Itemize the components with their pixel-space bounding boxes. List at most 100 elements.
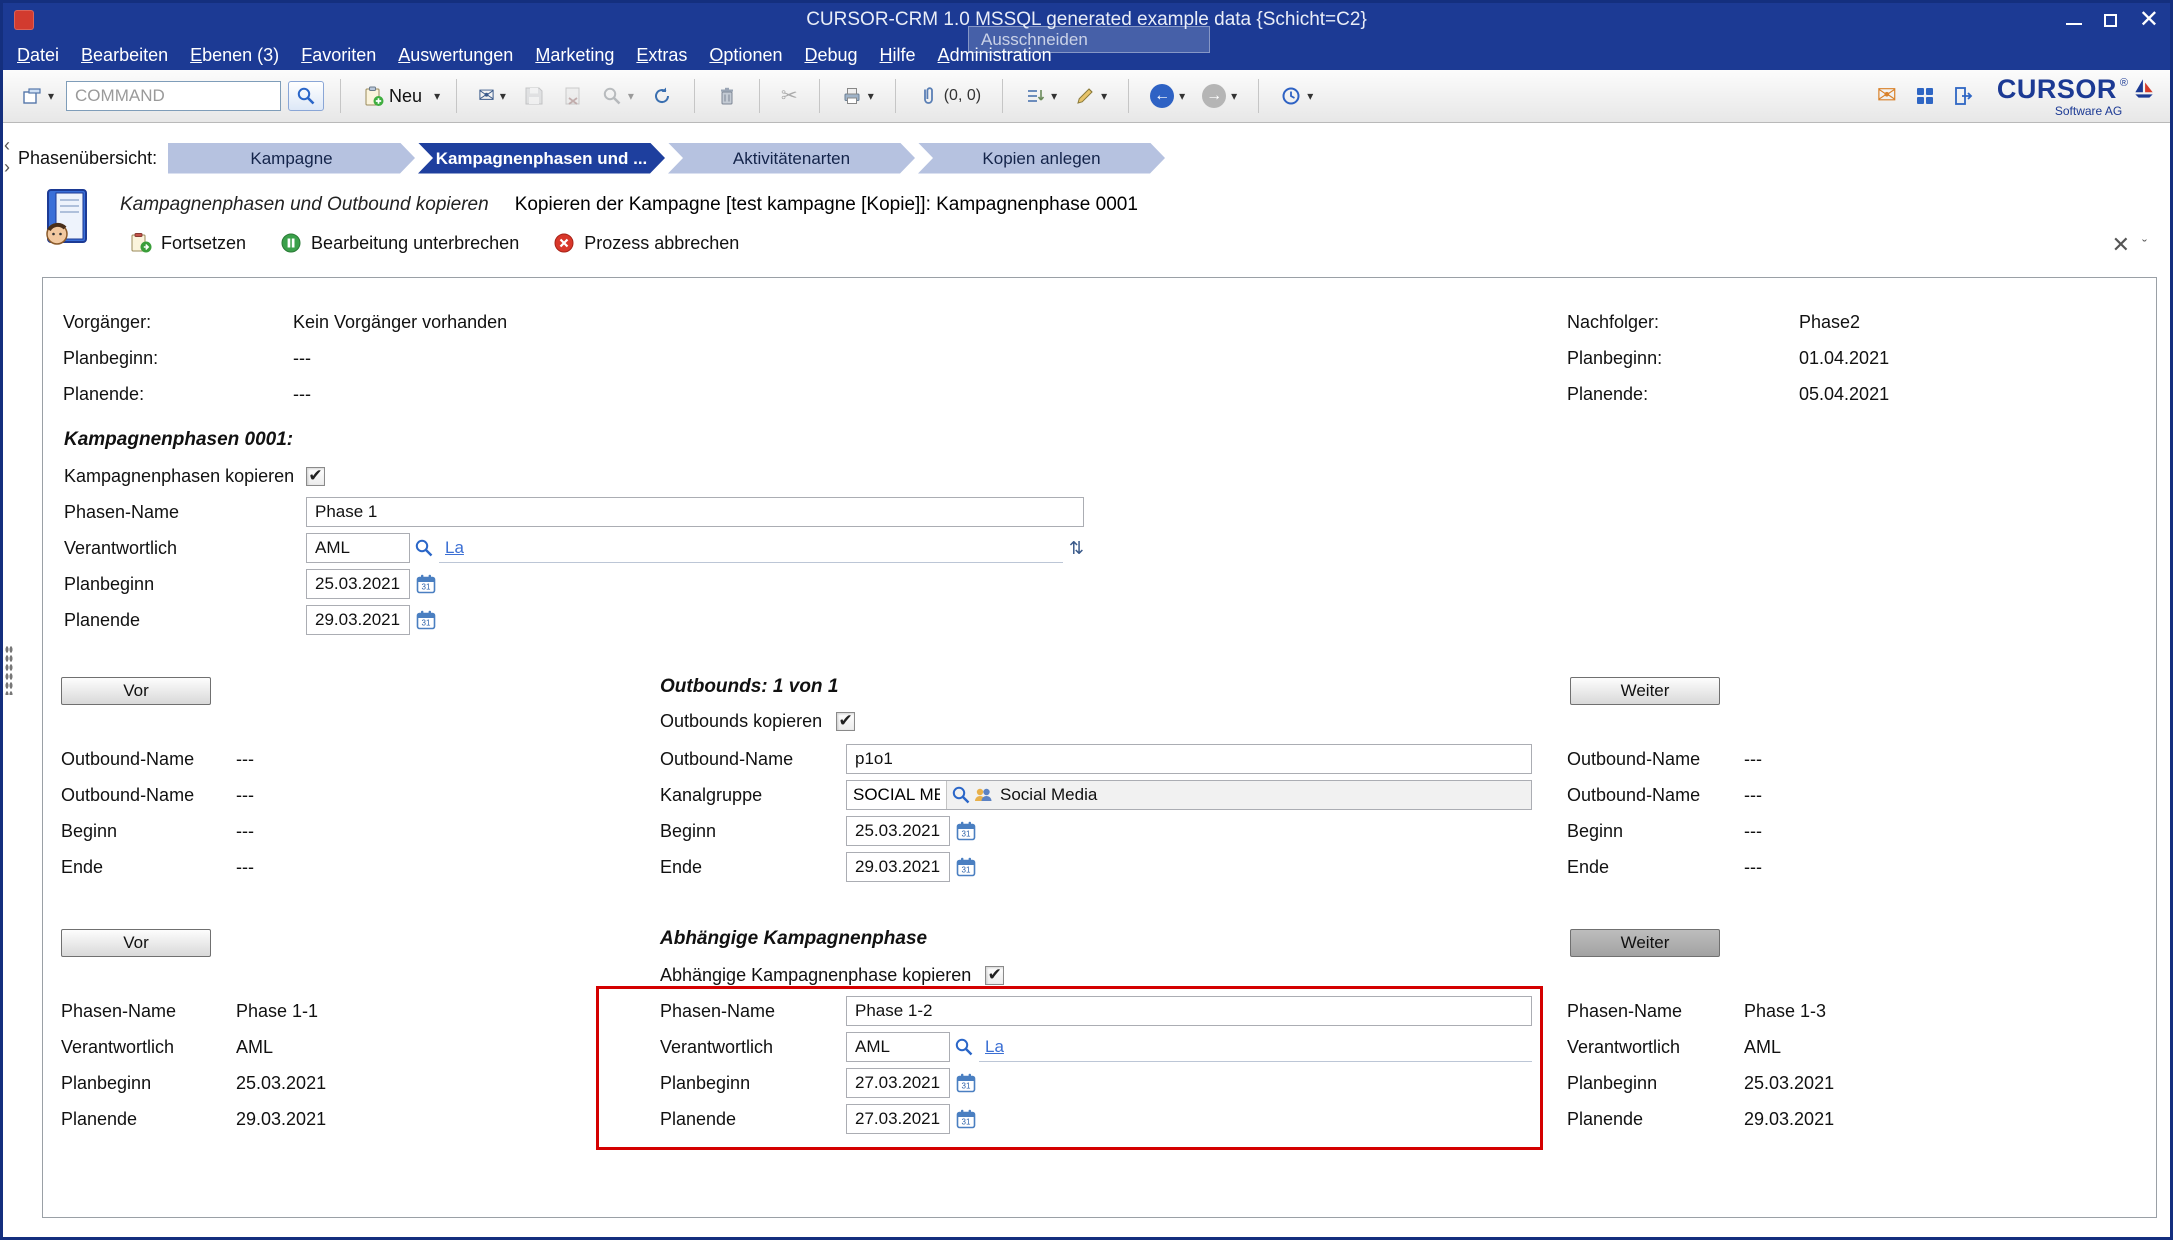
dependent-prev-button[interactable]: Vor [61, 929, 211, 957]
dependent-copy-checkbox[interactable]: ✔ [985, 966, 1004, 985]
phase-tab-kopien-anlegen[interactable]: Kopien anlegen [918, 143, 1165, 174]
find-button[interactable]: ▾ [596, 81, 639, 111]
sort-button[interactable]: ▾ [1019, 81, 1062, 111]
brand-name: CURSOR [1997, 76, 2117, 103]
menu-ebenen[interactable]: Ebenen (3) [179, 45, 290, 66]
maximize-button[interactable] [2104, 14, 2117, 27]
continue-button-label: Fortsetzen [161, 233, 246, 254]
forward-button[interactable]: → ▾ [1197, 80, 1242, 112]
calendar-icon[interactable]: 31 [955, 1108, 977, 1130]
channel-code-input[interactable] [847, 781, 947, 809]
field-value: --- [236, 857, 254, 878]
logout-icon[interactable] [1953, 86, 1973, 106]
field-row: Planbeginn 31 [64, 566, 1084, 602]
menu-marketing[interactable]: Marketing [524, 45, 625, 66]
outbound-prev-button[interactable]: Vor [61, 677, 211, 705]
edit-button[interactable]: ▾ [1069, 81, 1112, 111]
phase-tab-kampagnenphasen[interactable]: Kampagnenphasen und ... [418, 143, 665, 174]
dependent-responsible-lookup-button[interactable] [953, 1036, 975, 1058]
calendar-icon[interactable]: 31 [955, 1072, 977, 1094]
field-label: Planbeginn [61, 1073, 236, 1094]
panel-expand-icon[interactable]: › [4, 160, 10, 174]
menu-auswertungen[interactable]: Auswertungen [387, 45, 524, 66]
continue-button[interactable]: Fortsetzen [130, 232, 246, 254]
sort-icon[interactable]: ⇅ [1069, 538, 1084, 559]
calendar-icon[interactable]: 31 [415, 609, 437, 631]
field-value: --- [236, 821, 254, 842]
field-value: Phase2 [1799, 312, 1860, 333]
menu-bearbeiten[interactable]: Bearbeiten [70, 45, 179, 66]
dependent-end-date-input[interactable] [846, 1104, 950, 1134]
new-button[interactable]: Neu [357, 81, 427, 111]
phase-tab-aktivitaetenarten[interactable]: Aktivitätenarten [668, 143, 915, 174]
outbound-name-input[interactable] [846, 744, 1532, 774]
phase-copy-checkbox[interactable]: ✔ [306, 467, 325, 486]
minimize-button[interactable] [2066, 15, 2082, 25]
phase-start-date-input[interactable] [306, 569, 410, 599]
print-dropdown-icon: ▾ [868, 89, 874, 103]
menu-extras[interactable]: Extras [625, 45, 698, 66]
field-value: --- [1744, 749, 1762, 770]
calendar-icon[interactable]: 31 [955, 856, 977, 878]
responsible-lookup-button[interactable] [413, 537, 435, 559]
close-button[interactable]: ✕ [2139, 8, 2159, 32]
phase-tab-kampagne[interactable]: Kampagne [168, 143, 415, 174]
dependent-phase-name-input[interactable] [846, 996, 1532, 1026]
phase-tab-label: Kopien anlegen [982, 149, 1100, 168]
dependent-next-button[interactable]: Weiter [1570, 929, 1720, 957]
command-input[interactable] [66, 81, 281, 111]
window-switch-button[interactable]: ▾ [16, 81, 59, 111]
field-label: Planende [660, 1109, 846, 1130]
sail-logo-icon [2131, 76, 2157, 102]
delete-button[interactable] [711, 81, 743, 111]
field-label: Outbound-Name [1567, 785, 1744, 806]
save-button[interactable] [518, 81, 550, 111]
responsible-code-input[interactable] [306, 533, 410, 563]
dependent-responsible-code-input[interactable] [846, 1032, 950, 1062]
attachments-button[interactable]: (0, 0) [912, 81, 986, 111]
print-button[interactable]: ▾ [836, 81, 879, 111]
new-dropdown-icon[interactable]: ▾ [434, 89, 440, 103]
field-row: Phasen-Name [64, 494, 1084, 530]
field-label: Verantwortlich [61, 1037, 236, 1058]
cancel-process-button[interactable]: Prozess abbrechen [553, 232, 739, 254]
cut-button[interactable]: ✂ [776, 82, 803, 110]
back-button[interactable]: ← ▾ [1145, 80, 1190, 112]
menu-optionen[interactable]: Optionen [698, 45, 793, 66]
discard-button[interactable] [557, 81, 589, 111]
field-row: Kanalgruppe Social Media [660, 777, 1532, 813]
responsible-link[interactable]: La [445, 538, 464, 558]
calendar-icon[interactable]: 31 [955, 820, 977, 842]
channel-lookup-button[interactable] [950, 784, 972, 806]
outbounds-copy-checkbox[interactable]: ✔ [836, 712, 855, 731]
command-search-button[interactable] [288, 81, 324, 111]
responsible-link-field[interactable]: La [439, 533, 1063, 563]
outbound-next-button[interactable]: Weiter [1570, 677, 1720, 705]
notification-mail-icon[interactable]: ✉ [1877, 84, 1897, 108]
outbound-start-date-input[interactable] [846, 816, 950, 846]
close-panel-icon[interactable]: ✕ [2112, 234, 2130, 256]
responsible-link[interactable]: La [985, 1037, 1004, 1057]
history-button[interactable]: ▾ [1275, 81, 1318, 111]
collapse-chevron-icon[interactable]: ˇ [2142, 237, 2147, 254]
pause-button[interactable]: Bearbeitung unterbrechen [280, 232, 519, 254]
refresh-button[interactable] [646, 81, 678, 111]
calendar-icon[interactable]: 31 [415, 573, 437, 595]
phase-name-input[interactable] [306, 497, 1084, 527]
menu-favoriten[interactable]: Favoriten [290, 45, 387, 66]
edit-icon [1074, 85, 1096, 107]
menu-datei[interactable]: Datei [6, 45, 70, 66]
field-row: Planbeginn25.03.2021 [1567, 1065, 1834, 1101]
dependent-responsible-link-field[interactable]: La [979, 1032, 1532, 1062]
menu-hilfe[interactable]: Hilfe [869, 45, 927, 66]
outbound-end-date-input[interactable] [846, 852, 950, 882]
splitter-grip[interactable] [5, 645, 13, 695]
send-button[interactable]: ✉ ▾ [473, 82, 511, 110]
dependent-start-date-input[interactable] [846, 1068, 950, 1098]
menu-debug[interactable]: Debug [793, 45, 868, 66]
panel-collapse-icon[interactable]: ‹ [4, 138, 10, 152]
phase-end-date-input[interactable] [306, 605, 410, 635]
paperclip-icon [917, 85, 939, 107]
field-row: Outbound-Name--- [61, 741, 254, 777]
grid-icon[interactable] [1915, 86, 1935, 106]
